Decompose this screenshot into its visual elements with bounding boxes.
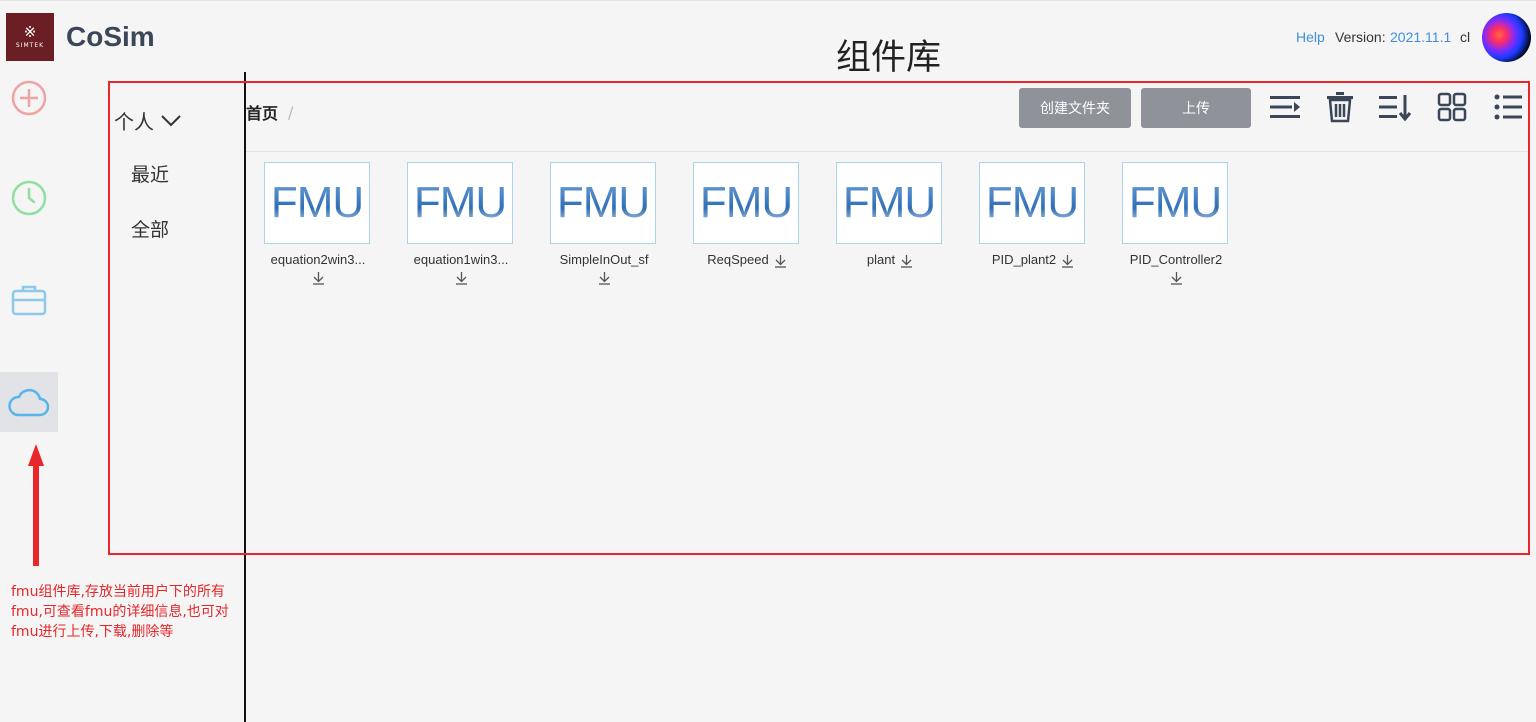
fmu-file-name-row: PID_plant2 bbox=[975, 252, 1091, 268]
fmu-thumbnail[interactable]: FMU bbox=[407, 162, 513, 244]
download-icon[interactable] bbox=[312, 271, 325, 285]
download-icon[interactable] bbox=[455, 271, 468, 285]
download-row bbox=[260, 269, 376, 287]
upload-button[interactable]: 上传 bbox=[1141, 88, 1251, 128]
cloud-icon bbox=[8, 388, 50, 417]
fmu-file-name[interactable]: equation1win3... bbox=[403, 252, 519, 267]
delete-button[interactable] bbox=[1321, 88, 1359, 126]
annotation-highlight-frame bbox=[108, 81, 1530, 555]
create-folder-button[interactable]: 创建文件夹 bbox=[1019, 88, 1131, 128]
fmu-thumbnail-label: FMU bbox=[270, 178, 364, 227]
fmu-thumbnail-label: FMU bbox=[413, 178, 507, 227]
download-icon[interactable] bbox=[1170, 271, 1183, 285]
list-view-icon bbox=[1494, 94, 1522, 120]
fmu-file-name[interactable]: PID_Controller2 bbox=[1118, 252, 1234, 267]
folder-scope-toggle[interactable]: 个人 bbox=[114, 106, 182, 135]
list-view-button[interactable] bbox=[1489, 88, 1527, 126]
collapse-menu-button[interactable] bbox=[1266, 88, 1304, 126]
collapse-menu-icon bbox=[1270, 96, 1300, 118]
plus-circle-icon bbox=[11, 80, 47, 116]
fmu-thumbnail[interactable]: FMU bbox=[836, 162, 942, 244]
fmu-file-name-row: ReqSpeed bbox=[689, 252, 805, 268]
rail-new-button[interactable] bbox=[0, 68, 58, 128]
trash-icon bbox=[1327, 92, 1353, 123]
fmu-file-name[interactable]: ReqSpeed bbox=[707, 252, 768, 267]
rail-library-button[interactable] bbox=[0, 372, 58, 432]
fmu-thumbnail[interactable]: FMU bbox=[693, 162, 799, 244]
fmu-file-card[interactable]: FMU PID_Controller2 bbox=[1118, 162, 1234, 287]
fmu-thumbnail-label: FMU bbox=[842, 178, 936, 227]
download-row bbox=[1118, 269, 1234, 287]
fmu-file-name[interactable]: equation2win3... bbox=[260, 252, 376, 267]
fmu-file-card[interactable]: FMU SimpleInOut_sf bbox=[546, 162, 662, 287]
download-row bbox=[403, 269, 519, 287]
download-icon[interactable] bbox=[1061, 254, 1074, 268]
fmu-file-card[interactable]: FMU PID_plant2 bbox=[975, 162, 1091, 268]
folder-item-all[interactable]: 全部 bbox=[131, 215, 169, 242]
fmu-file-name[interactable]: PID_plant2 bbox=[992, 252, 1056, 267]
annotation-text: fmu组件库,存放当前用户下的所有fmu,可查看fmu的详细信息,也可对fmu进… bbox=[11, 584, 229, 640]
download-row bbox=[546, 269, 662, 287]
app-title: CoSim bbox=[66, 21, 155, 52]
fmu-file-card[interactable]: FMU plant bbox=[832, 162, 948, 268]
fmu-file-card[interactable]: FMU equation1win3... bbox=[403, 162, 519, 287]
sort-icon bbox=[1379, 95, 1412, 122]
fmu-thumbnail-label: FMU bbox=[985, 178, 1079, 227]
page-title: 组件库 bbox=[836, 38, 942, 78]
toolbar-divider bbox=[246, 151, 1528, 152]
folder-scope-label: 个人 bbox=[114, 110, 154, 134]
help-link[interactable]: Help bbox=[1296, 29, 1325, 45]
fmu-file-name-row: plant bbox=[832, 252, 948, 268]
user-name[interactable]: cl bbox=[1460, 29, 1470, 45]
fmu-thumbnail-label: FMU bbox=[699, 178, 793, 227]
fmu-file-name[interactable]: SimpleInOut_sf bbox=[546, 252, 662, 267]
folder-item-recent[interactable]: 最近 bbox=[131, 160, 169, 187]
grid-view-icon bbox=[1437, 92, 1467, 122]
breadcrumb-separator: / bbox=[288, 102, 294, 122]
breadcrumb: 首页 / bbox=[246, 100, 293, 124]
briefcase-icon bbox=[11, 285, 47, 316]
fmu-file-name[interactable]: plant bbox=[867, 252, 895, 267]
breadcrumb-home[interactable]: 首页 bbox=[246, 100, 278, 124]
fmu-thumbnail-label: FMU bbox=[1128, 178, 1222, 227]
fmu-thumbnail-label: FMU bbox=[556, 178, 650, 227]
logo-text: SIMTEK bbox=[15, 42, 45, 49]
simtek-logo[interactable]: ※ SIMTEK bbox=[6, 13, 54, 61]
annotation-arrow bbox=[28, 444, 44, 566]
logo-glyph: ※ bbox=[23, 23, 37, 41]
clock-icon bbox=[11, 180, 47, 216]
fmu-thumbnail[interactable]: FMU bbox=[264, 162, 370, 244]
download-icon[interactable] bbox=[774, 254, 787, 268]
download-icon[interactable] bbox=[900, 254, 913, 268]
sort-button[interactable] bbox=[1376, 88, 1414, 126]
fmu-file-card[interactable]: FMU equation2win3... bbox=[260, 162, 376, 287]
version-label: Version: bbox=[1335, 29, 1386, 45]
avatar[interactable] bbox=[1482, 13, 1531, 62]
app-header: ※ SIMTEK CoSim 组件库 Help Version: 2021.11… bbox=[0, 0, 1536, 78]
grid-view-button[interactable] bbox=[1433, 88, 1471, 126]
fmu-thumbnail[interactable]: FMU bbox=[1122, 162, 1228, 244]
fmu-thumbnail[interactable]: FMU bbox=[979, 162, 1085, 244]
download-icon[interactable] bbox=[598, 271, 611, 285]
rail-projects-button[interactable] bbox=[0, 270, 58, 330]
fmu-file-card[interactable]: FMU ReqSpeed bbox=[689, 162, 805, 268]
version-value: 2021.11.1 bbox=[1390, 29, 1452, 45]
chevron-down-icon bbox=[161, 114, 181, 126]
rail-recent-button[interactable] bbox=[0, 168, 58, 228]
fmu-thumbnail[interactable]: FMU bbox=[550, 162, 656, 244]
